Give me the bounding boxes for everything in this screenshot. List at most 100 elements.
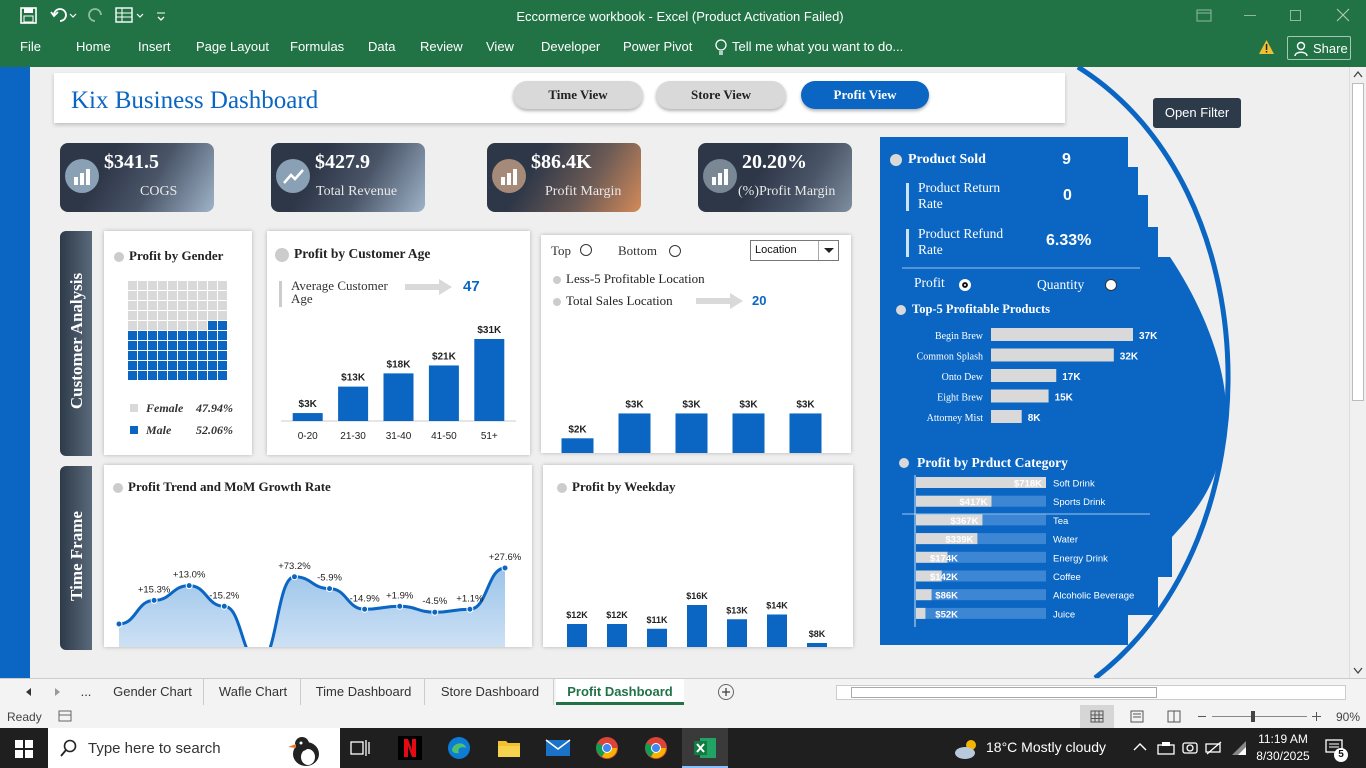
tab-formulas[interactable]: Formulas [290,39,344,54]
maximize-button[interactable] [1290,10,1301,21]
save-icon[interactable] [20,7,37,24]
refund-rate-label: Product Refund Rate [918,226,1004,257]
undo-icon[interactable] [50,6,78,26]
profit-view-button[interactable]: Profit View [801,81,929,109]
page-layout-icon[interactable] [1130,710,1144,723]
scroll-thumb[interactable] [1352,83,1364,401]
sheet-tab-store-dashboard[interactable]: Store Dashboard [427,679,554,705]
chrome-icon-2[interactable] [644,736,668,760]
chevron-up-icon[interactable] [1133,742,1147,752]
tab-view[interactable]: View [486,39,514,54]
warning-icon[interactable] [1258,39,1275,55]
weather-cloudy-icon[interactable] [953,738,981,760]
waffle-cell [168,351,177,360]
customize-qat-icon[interactable] [155,8,167,24]
person-icon [1294,41,1308,57]
edge-icon[interactable] [447,736,471,760]
bar-category: Tea [1053,516,1069,527]
network-device-icon[interactable] [1157,740,1175,756]
horizontal-scrollbar[interactable] [836,685,1346,700]
tab-power-pivot[interactable]: Power Pivot [623,39,692,54]
share-button[interactable]: Share [1287,36,1351,60]
data-label: $8K [809,629,826,639]
sheet-tab-profit-dashboard[interactable]: Profit Dashboard [556,679,684,705]
open-filter-button[interactable]: Open Filter [1153,98,1241,128]
tell-me-search[interactable]: Tell me what you want to do... [732,39,903,54]
tab-file[interactable]: File [20,39,41,54]
tab-developer[interactable]: Developer [541,39,600,54]
bar-category: Soft Drink [1053,479,1095,490]
vertical-scrollbar[interactable] [1349,67,1366,678]
minimize-button[interactable] [1244,15,1256,16]
redo-icon[interactable] [85,6,107,26]
time-view-button[interactable]: Time View [513,81,643,109]
windows-start-icon[interactable] [15,740,33,758]
zoom-level[interactable]: 90% [1336,710,1360,724]
normal-view-button[interactable] [1080,705,1114,728]
zoom-slider-thumb[interactable] [1251,711,1255,722]
taskbar-search-box[interactable]: Type here to search [48,728,340,768]
waffle-cell [188,361,197,370]
mail-icon[interactable] [545,738,571,758]
bar [916,589,932,601]
page-break-icon[interactable] [1167,710,1181,723]
data-label: +73.2% [278,561,311,572]
data-label: +15.3% [138,584,171,595]
profit-radio[interactable] [959,279,971,291]
data-label: $2K [568,424,587,435]
weather-text[interactable]: 18°C Mostly cloudy [986,739,1106,755]
data-label: -15.2% [209,590,240,601]
bar [607,624,627,647]
tab-scroll-left-icon[interactable] [24,687,32,697]
add-sheet-button[interactable] [718,684,734,700]
chrome-icon[interactable] [595,736,619,760]
ribbon-display-icon[interactable] [1196,9,1214,23]
macro-record-icon[interactable] [58,710,72,722]
battery-icon[interactable] [1205,740,1223,756]
camera-icon[interactable] [1182,740,1198,756]
clock-time[interactable]: 11:19 AM [1254,732,1312,746]
left-band [0,67,30,678]
netflix-icon[interactable] [398,736,422,760]
form-icon[interactable] [115,6,145,26]
scroll-up-icon[interactable] [1353,70,1363,78]
waffle-cell [188,341,197,350]
waffle-cell [188,301,197,310]
tab-home[interactable]: Home [76,39,111,54]
waffle-cell [138,291,147,300]
tab-review[interactable]: Review [420,39,463,54]
close-button[interactable] [1336,8,1350,22]
waffle-cell [178,281,187,290]
sheet-tab-time-dashboard[interactable]: Time Dashboard [303,679,425,705]
sheet-tab-gender-chart[interactable]: Gender Chart [102,679,204,705]
excel-taskbar-button[interactable] [682,728,728,768]
sheet-tab-wafle-chart[interactable]: Wafle Chart [206,679,301,705]
tab-page-layout[interactable]: Page Layout [196,39,269,54]
female-label: Female [146,401,184,415]
task-view-icon[interactable] [350,739,370,757]
bullet-dot [899,458,909,468]
wifi-icon[interactable] [1231,740,1247,756]
sheet-tab-more[interactable]: ... [72,679,100,705]
tab-data[interactable]: Data [368,39,395,54]
data-label: $174K [930,553,958,564]
data-label: $3K [796,399,815,410]
h-scroll-thumb[interactable] [851,687,1157,698]
zoom-in-button[interactable] [1311,711,1322,722]
data-label: $3K [739,399,758,410]
scroll-down-icon[interactable] [1353,667,1363,675]
data-label: 37K [1139,331,1158,342]
zoom-out-button[interactable] [1198,716,1206,717]
clock-date[interactable]: 8/30/2025 [1254,749,1312,763]
file-explorer-icon[interactable] [497,738,521,758]
data-label: $12K [606,610,628,620]
waffle-cell [148,351,157,360]
category-bar-chart: $718K Soft Drink $417K Sports Drink $367K Tea… [914,475,1134,627]
notification-badge: 5 [1334,748,1348,762]
tab-scroll-right-icon[interactable] [54,687,62,697]
waffle-cell [188,371,197,380]
quantity-radio[interactable] [1105,279,1117,291]
store-view-button[interactable]: Store View [656,81,786,109]
tab-insert[interactable]: Insert [138,39,171,54]
zoom-slider[interactable] [1212,716,1307,717]
